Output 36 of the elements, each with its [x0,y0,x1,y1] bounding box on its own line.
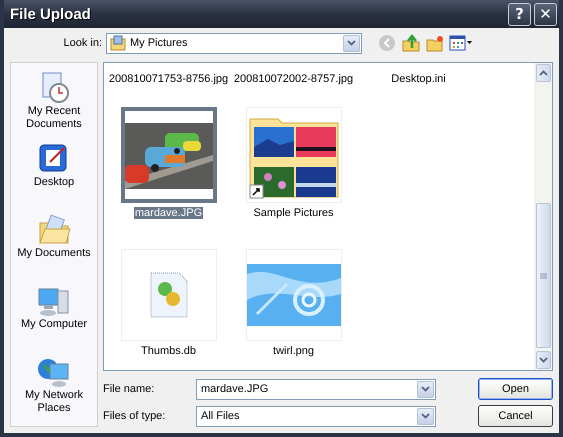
file-name[interactable]: 200810072002-8757.jpg [232,73,354,85]
close-button[interactable]: ✕ [534,2,557,26]
file-name[interactable]: mardave.JPG [134,207,204,219]
file-name-label: File name: [103,383,156,395]
cancel-button[interactable]: Cancel [478,405,553,427]
file-name[interactable]: Thumbs.db [140,345,198,357]
places-item[interactable]: My Network Places [11,355,97,426]
caret-icon [421,413,430,419]
caret-icon [347,40,356,46]
file-icon [148,271,188,319]
dropdown-arrow-button[interactable] [417,380,434,398]
window-title: File Upload [10,6,92,22]
places-item[interactable]: Desktop [11,142,97,213]
file-name[interactable]: 200810071753-8756.jpg [108,73,230,85]
places-item[interactable]: My Recent Documents [11,71,97,142]
file-type-label: Files of type: [103,410,166,422]
caret-icon [539,357,548,363]
caret-icon [421,386,430,392]
places-item[interactable]: My Documents [11,213,97,284]
up-folder-button[interactable] [400,32,422,54]
file-name[interactable]: twirl.png [272,345,315,357]
look-in-label: Look in: [62,37,102,49]
places-item[interactable]: My Computer [11,284,97,355]
scrollbar[interactable] [534,63,552,370]
file-name[interactable]: Sample Pictures [252,207,335,219]
folder-icon [110,35,126,51]
help-button[interactable]: ? [508,2,531,26]
file-name-field[interactable]: mardave.JPG [196,378,436,400]
grip-icon [540,272,547,278]
dropdown-arrow-button[interactable] [417,408,434,424]
caret-icon [539,70,548,76]
look-in-dropdown[interactable]: My Pictures [106,32,362,54]
dropdown-arrow-button[interactable] [343,34,360,52]
file-name[interactable]: Desktop.ini [390,73,447,85]
open-button[interactable]: Open [478,378,553,400]
file-type-dropdown[interactable]: All Files [196,406,436,426]
